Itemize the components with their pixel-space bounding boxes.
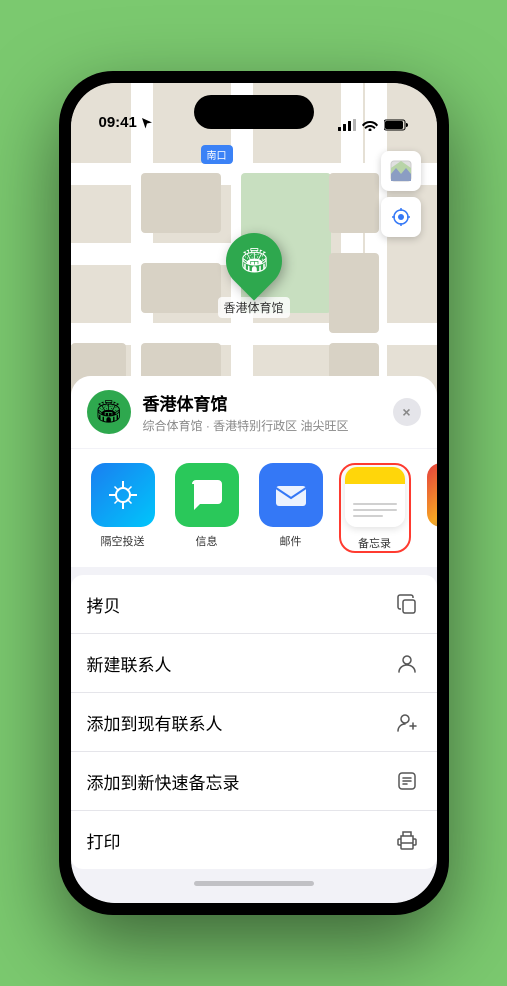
bottom-sheet: 🏟 香港体育馆 综合体育馆 · 香港特别行政区 油尖旺区 × bbox=[71, 376, 437, 903]
message-icon bbox=[175, 463, 239, 527]
action-add-existing[interactable]: 添加到现有联系人 bbox=[71, 693, 437, 752]
location-subtitle: 综合体育馆 · 香港特别行政区 油尖旺区 bbox=[143, 417, 393, 434]
action-new-contact[interactable]: 新建联系人 bbox=[71, 634, 437, 693]
printer-icon bbox=[393, 826, 421, 854]
map-label: 南口 bbox=[201, 145, 233, 164]
home-indicator bbox=[71, 873, 437, 893]
map-type-button[interactable] bbox=[381, 151, 421, 191]
new-contact-label: 新建联系人 bbox=[87, 651, 172, 676]
mail-icon bbox=[259, 463, 323, 527]
phone-frame: 09:41 bbox=[59, 71, 449, 915]
mail-label: 邮件 bbox=[280, 533, 302, 549]
location-card: 🏟 香港体育馆 综合体育馆 · 香港特别行政区 油尖旺区 × bbox=[71, 376, 437, 448]
location-info: 香港体育馆 综合体育馆 · 香港特别行政区 油尖旺区 bbox=[143, 390, 393, 434]
note-icon bbox=[393, 767, 421, 795]
share-item-notes[interactable]: 备忘录 bbox=[339, 463, 411, 553]
share-item-more[interactable]: 提 bbox=[423, 463, 437, 553]
action-print[interactable]: 打印 bbox=[71, 811, 437, 869]
share-row: 隔空投送 信息 bbox=[71, 449, 437, 567]
notes-icon bbox=[345, 467, 405, 527]
more-icon bbox=[427, 463, 437, 527]
notes-label: 备忘录 bbox=[358, 535, 391, 551]
copy-label: 拷贝 bbox=[87, 592, 121, 617]
add-existing-label: 添加到现有联系人 bbox=[87, 710, 223, 735]
person-icon bbox=[393, 649, 421, 677]
copy-icon bbox=[393, 590, 421, 618]
share-item-mail[interactable]: 邮件 bbox=[255, 463, 327, 553]
person-add-icon bbox=[393, 708, 421, 736]
dynamic-island bbox=[194, 95, 314, 129]
message-label: 信息 bbox=[196, 533, 218, 549]
share-item-message[interactable]: 信息 bbox=[171, 463, 243, 553]
action-rows: 拷贝 新建联系人 bbox=[71, 575, 437, 869]
wifi-icon bbox=[362, 119, 378, 131]
location-venue-icon: 🏟 bbox=[87, 390, 131, 434]
map-pin-icon: 🏟 bbox=[214, 221, 293, 300]
airdrop-icon bbox=[91, 463, 155, 527]
close-button[interactable]: × bbox=[393, 398, 421, 426]
map-pin: 🏟 香港体育馆 bbox=[217, 233, 289, 318]
status-icons bbox=[338, 119, 409, 131]
map-controls bbox=[381, 151, 421, 243]
home-bar bbox=[194, 881, 314, 886]
airdrop-label: 隔空投送 bbox=[101, 533, 145, 549]
action-add-quicknote[interactable]: 添加到新快速备忘录 bbox=[71, 752, 437, 811]
add-quicknote-label: 添加到新快速备忘录 bbox=[87, 769, 240, 794]
signal-icon bbox=[338, 119, 356, 131]
location-arrow-icon bbox=[141, 117, 153, 129]
battery-icon bbox=[384, 119, 409, 131]
phone-screen: 09:41 bbox=[71, 83, 437, 903]
action-copy[interactable]: 拷贝 bbox=[71, 575, 437, 634]
status-time: 09:41 bbox=[99, 114, 137, 131]
location-name: 香港体育馆 bbox=[143, 390, 393, 415]
print-label: 打印 bbox=[87, 828, 121, 853]
location-button[interactable] bbox=[381, 197, 421, 237]
share-item-airdrop[interactable]: 隔空投送 bbox=[87, 463, 159, 553]
